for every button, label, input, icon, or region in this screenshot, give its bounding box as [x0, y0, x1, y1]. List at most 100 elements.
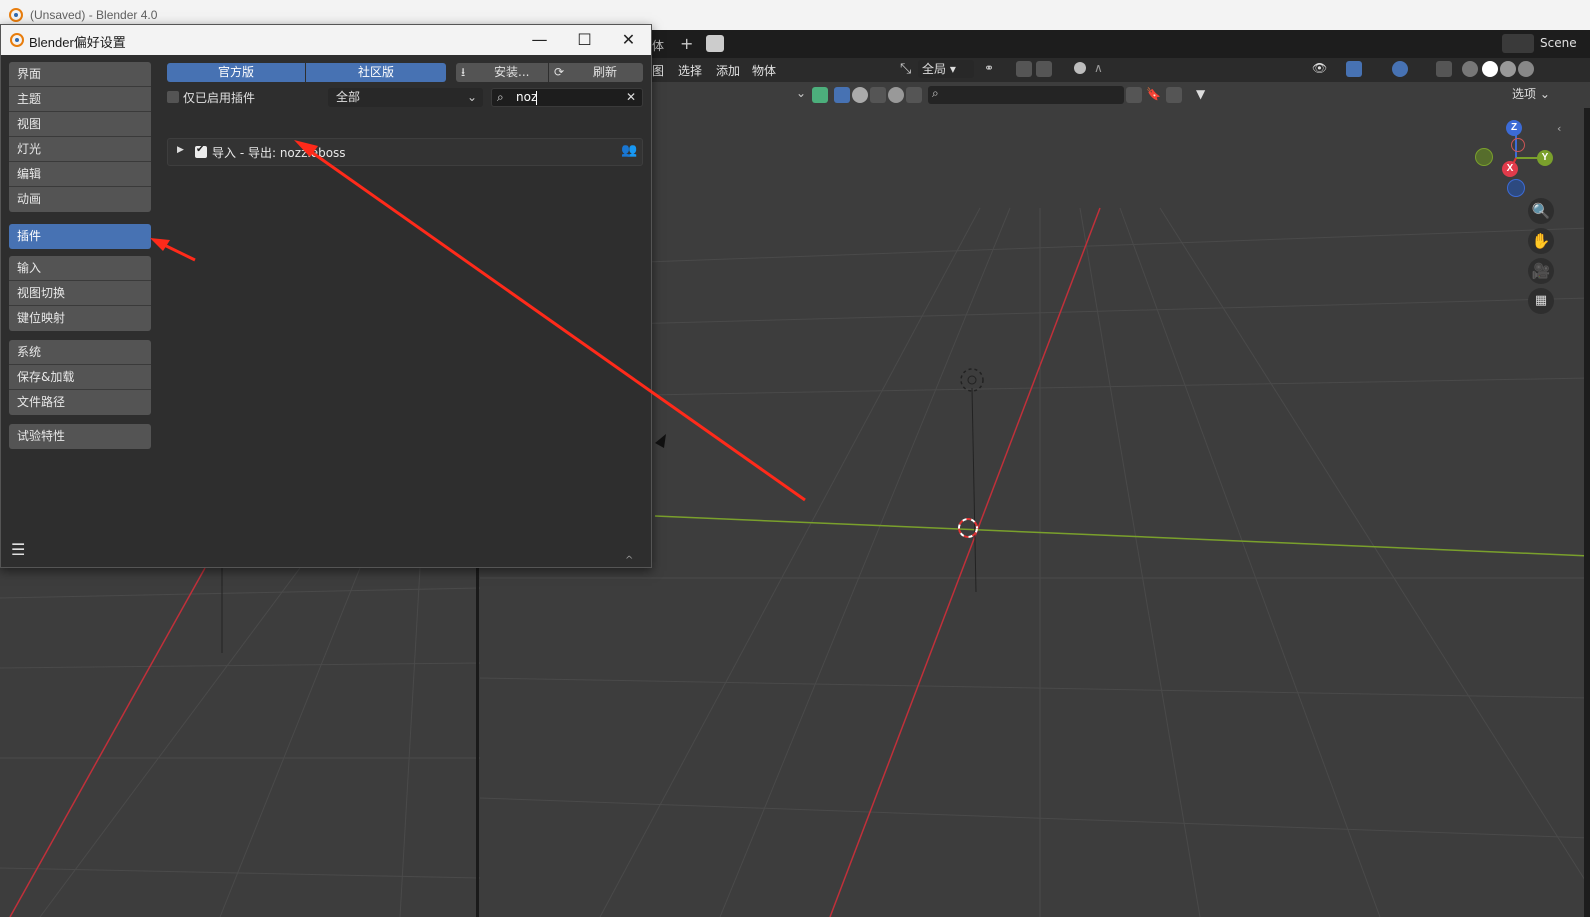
- material-icon[interactable]: [888, 87, 904, 103]
- menu-add[interactable]: 添加: [716, 62, 740, 79]
- gizmo-toggle-icon[interactable]: [1346, 61, 1362, 77]
- filter-icon[interactable]: ▼: [1196, 87, 1212, 103]
- nav-item-lights[interactable]: 灯光: [9, 137, 151, 162]
- nav-item-file-paths[interactable]: 文件路径: [9, 390, 151, 415]
- transform-orientation-icon: ⤡: [900, 61, 912, 77]
- wireframe-shading-icon[interactable]: [1462, 61, 1478, 77]
- blender-logo-icon: [10, 33, 24, 47]
- material-shading-icon[interactable]: [1500, 61, 1516, 77]
- addon-enable-checkbox[interactable]: [195, 144, 207, 158]
- chevron-down-icon: ⌄: [466, 90, 477, 104]
- addon-search-input[interactable]: ⌕ noz ✕: [491, 88, 643, 107]
- falloff-icon[interactable]: ∧: [1094, 61, 1110, 77]
- scene-selector-icon[interactable]: [1502, 34, 1534, 53]
- hamburger-menu-icon[interactable]: ☰: [11, 540, 25, 559]
- filter-dropdown-icon[interactable]: [1126, 87, 1142, 103]
- nav-item-keymap[interactable]: 键位映射: [9, 306, 151, 331]
- nav-item-input[interactable]: 输入: [9, 256, 151, 281]
- enabled-only-checkbox[interactable]: [167, 91, 179, 103]
- blender-logo-icon: [9, 8, 23, 22]
- x-axis-line: [829, 207, 1101, 917]
- layout-icon[interactable]: [1166, 87, 1182, 103]
- main-window-title: (Unsaved) - Blender 4.0: [30, 8, 158, 22]
- nav-item-interface[interactable]: 界面: [9, 62, 151, 87]
- transform-orientation-dropdown[interactable]: 全局 ▾: [918, 60, 974, 78]
- xray-icon[interactable]: [1436, 61, 1452, 77]
- menu-select[interactable]: 选择: [678, 62, 702, 79]
- nav-item-save-load[interactable]: 保存&加载: [9, 365, 151, 390]
- camera-object-icon[interactable]: [655, 434, 666, 448]
- shading-icon[interactable]: [870, 87, 886, 103]
- light-object-icon[interactable]: [960, 368, 984, 392]
- nav-item-viewport[interactable]: 视图: [9, 112, 151, 137]
- perspective-grid-icon[interactable]: ▦: [1528, 288, 1554, 314]
- collapse-chevron-icon[interactable]: ⌄: [796, 86, 806, 100]
- gizmo-x-axis[interactable]: X: [1502, 161, 1518, 177]
- search-icon: ⌕: [932, 86, 939, 100]
- gizmo-z-axis[interactable]: Z: [1506, 120, 1522, 136]
- snap-target-icon[interactable]: [1036, 61, 1052, 77]
- addon-name: 导入 - 导出: nozzleboss: [212, 146, 346, 160]
- nav-group-system: 系统 保存&加载 文件路径: [9, 340, 151, 415]
- proportional-edit-icon[interactable]: [1074, 62, 1086, 74]
- overlay-toggle-icon[interactable]: [1392, 61, 1408, 77]
- nav-item-system[interactable]: 系统: [9, 340, 151, 365]
- menu-object[interactable]: 物体: [752, 62, 776, 79]
- gizmo-y-axis[interactable]: Y: [1537, 150, 1553, 166]
- workspace-tab-partial[interactable]: 体: [652, 37, 664, 54]
- resize-caret-icon[interactable]: ^: [625, 555, 633, 566]
- pivot-icon[interactable]: ⚭: [984, 61, 1000, 77]
- add-workspace-button[interactable]: +: [680, 34, 693, 53]
- install-button[interactable]: ⭳ 安装...: [456, 63, 548, 82]
- menu-view[interactable]: 图: [652, 62, 664, 79]
- visibility-icon[interactable]: 👁: [1312, 61, 1328, 77]
- bookmark-icon[interactable]: 🔖: [1146, 87, 1162, 103]
- hand-icon[interactable]: [906, 87, 922, 103]
- nav-item-navigation[interactable]: 视图切换: [9, 281, 151, 306]
- nav-item-themes[interactable]: 主题: [9, 87, 151, 112]
- nav-item-experimental[interactable]: 试验特性: [9, 424, 151, 449]
- install-label: 安装...: [494, 65, 530, 79]
- nav-item-editing[interactable]: 编辑: [9, 162, 151, 187]
- gizmo-neg-y[interactable]: [1475, 148, 1493, 166]
- maximize-button[interactable]: ☐: [562, 25, 607, 55]
- search-icon: ⌕: [497, 90, 504, 104]
- zoom-icon[interactable]: 🔍: [1528, 198, 1554, 224]
- close-button[interactable]: ✕: [606, 25, 651, 55]
- preferences-titlebar[interactable]: Blender偏好设置 — ☐ ✕: [1, 25, 651, 55]
- sphere-icon[interactable]: [852, 87, 868, 103]
- rendered-shading-icon[interactable]: [1518, 61, 1534, 77]
- nav-group-general: 界面 主题 视图 灯光 编辑 动画: [9, 62, 151, 212]
- area-divider[interactable]: [476, 567, 479, 917]
- options-dropdown[interactable]: 选项 ⌄: [1508, 85, 1554, 103]
- gizmo-neg-z[interactable]: [1507, 179, 1525, 197]
- nav-item-animation[interactable]: 动画: [9, 187, 151, 212]
- enabled-only-label: 仅已启用插件: [183, 91, 256, 105]
- camera-view-icon[interactable]: 🎥: [1528, 258, 1554, 284]
- clear-search-icon[interactable]: ✕: [626, 88, 636, 107]
- object-type-icon[interactable]: [812, 87, 828, 103]
- category-dropdown[interactable]: 全部 ⌄: [328, 88, 483, 107]
- navigation-gizmo[interactable]: Z Y X: [1470, 116, 1560, 206]
- refresh-button[interactable]: ⟳ 刷新: [549, 63, 643, 82]
- category-value: 全部: [336, 90, 361, 104]
- expand-triangle-icon[interactable]: ▶: [177, 145, 184, 155]
- viewport-header: 图 选择 添加 物体 ⤡ 全局 ▾ ⚭ ∧ 👁: [650, 58, 1590, 82]
- solid-shading-icon[interactable]: [1482, 61, 1498, 77]
- minimize-button[interactable]: —: [517, 25, 562, 55]
- select-box-icon[interactable]: [834, 87, 850, 103]
- addon-row[interactable]: ▶ 导入 - 导出: nozzleboss 👥: [167, 138, 643, 166]
- pan-hand-icon[interactable]: ✋: [1528, 228, 1554, 254]
- scene-label[interactable]: Scene: [1540, 36, 1577, 50]
- nav-item-addons[interactable]: 插件: [9, 224, 151, 249]
- gizmo-neg-x[interactable]: [1511, 138, 1525, 152]
- viewport-search-input[interactable]: ⌕: [928, 86, 1124, 104]
- snap-icon[interactable]: [1016, 61, 1032, 77]
- preferences-title: Blender偏好设置: [29, 35, 126, 50]
- y-axis-line: [654, 515, 1590, 557]
- scene-icon[interactable]: [706, 35, 724, 52]
- tab-community[interactable]: 社区版: [306, 63, 446, 82]
- x-axis-line-left: [9, 567, 206, 917]
- sidebar-toggle-icon[interactable]: ‹: [1557, 122, 1561, 135]
- tab-official[interactable]: 官方版: [167, 63, 305, 82]
